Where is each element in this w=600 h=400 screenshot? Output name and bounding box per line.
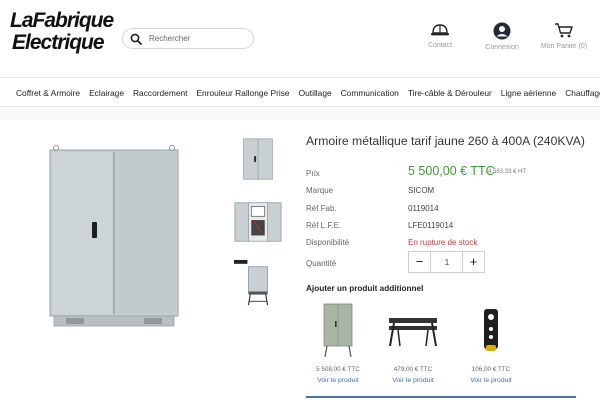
login-link[interactable]: Connexion	[472, 22, 532, 51]
cart-link[interactable]: Mon Panier (0)	[534, 22, 594, 50]
ref-fab-value: 0119014	[408, 204, 439, 213]
addon-card-1: 5 508,00 € TTC Voir le produit	[303, 298, 373, 384]
nav-item-chauffage[interactable]: Chauffage	[565, 88, 600, 98]
addon-link[interactable]: Voir le produit	[303, 377, 373, 384]
addon-section-title: Ajouter un produit additionnel	[306, 284, 424, 293]
addon-card-2: 479,00 € TTC Voir le produit	[378, 298, 448, 384]
hardhat-icon	[431, 24, 449, 36]
login-label: Connexion	[485, 44, 519, 51]
addon-price: 5 508,00 € TTC	[316, 366, 360, 373]
quantity-input[interactable]	[432, 253, 462, 271]
search-box[interactable]	[122, 28, 254, 49]
brand-logo[interactable]: LaFabrique Electrique	[10, 9, 114, 62]
addon-link[interactable]: Voir le produit	[456, 377, 526, 384]
site-header: LaFabrique Electrique Contact Connexion	[0, 0, 600, 76]
main-nav: Coffret & Armoire Eclairage Raccordement…	[0, 77, 600, 107]
cart-icon	[555, 23, 573, 38]
price-label: Prix	[306, 169, 320, 178]
product-thumb-3[interactable]	[232, 258, 284, 310]
addon-link[interactable]: Voir le produit	[378, 377, 448, 384]
product-main-image[interactable]	[44, 140, 184, 332]
product-thumb-1[interactable]	[232, 134, 284, 186]
quantity-decrease-button[interactable]: −	[409, 252, 431, 272]
quantity-increase-button[interactable]: +	[462, 252, 484, 272]
ref-fab-label: Réf Fab.	[306, 204, 337, 213]
addon-image-cabinet[interactable]	[316, 301, 360, 359]
user-icon	[493, 22, 511, 40]
search-icon[interactable]	[130, 33, 142, 45]
product-title: Armoire métallique tarif jaune 260 à 400…	[306, 134, 585, 148]
addon-image-padlock[interactable]	[478, 305, 504, 355]
contact-label: Contact	[427, 42, 453, 49]
nav-item-enrouleur[interactable]: Enrouleur Rallonge Prise	[196, 88, 289, 98]
nav-item-tire-cable[interactable]: Tire-câble & Dérouleur	[408, 88, 492, 98]
nav-item-eclairage[interactable]: Eclairage	[89, 88, 124, 98]
nav-item-outillage[interactable]: Outillage	[299, 88, 332, 98]
price-ttc: 5 500,00 € TTC	[408, 164, 495, 178]
availability-status: En rupture de stock	[408, 238, 478, 247]
cart-label: Mon Panier (0)	[540, 43, 588, 50]
quantity-label: Quantité	[306, 259, 337, 268]
nav-item-ligne-aerienne[interactable]: Ligne aérienne	[501, 88, 556, 98]
availability-label: Disponibilité	[306, 238, 350, 247]
nav-item-coffret[interactable]: Coffret & Armoire	[16, 88, 80, 98]
brand-label: Marque	[306, 186, 334, 195]
addon-price: 479,00 € TTC	[393, 366, 433, 373]
addon-divider	[306, 396, 576, 398]
quantity-stepper: − +	[408, 251, 485, 273]
ref-lfe-value: LFE0119014	[408, 221, 454, 230]
addon-image-bench[interactable]	[386, 310, 440, 350]
ref-lfe-label: Réf L.F.E.	[306, 221, 342, 230]
nav-item-communication[interactable]: Communication	[341, 88, 399, 98]
content-band	[0, 107, 600, 120]
addon-price: 106,00 € TTC	[471, 366, 511, 373]
product-thumb-2[interactable]	[232, 196, 284, 248]
nav-item-raccordement[interactable]: Raccordement	[133, 88, 187, 98]
search-input[interactable]	[149, 31, 249, 46]
addon-card-3: 106,00 € TTC Voir le produit	[456, 298, 526, 384]
price-ht: 4 583,33 € HT	[488, 169, 527, 175]
contact-link[interactable]: Contact	[410, 22, 470, 49]
brand-line-2: Electrique	[12, 31, 105, 54]
brand-line-1: LaFabrique	[10, 9, 114, 32]
brand-value: SICOM	[408, 186, 435, 195]
